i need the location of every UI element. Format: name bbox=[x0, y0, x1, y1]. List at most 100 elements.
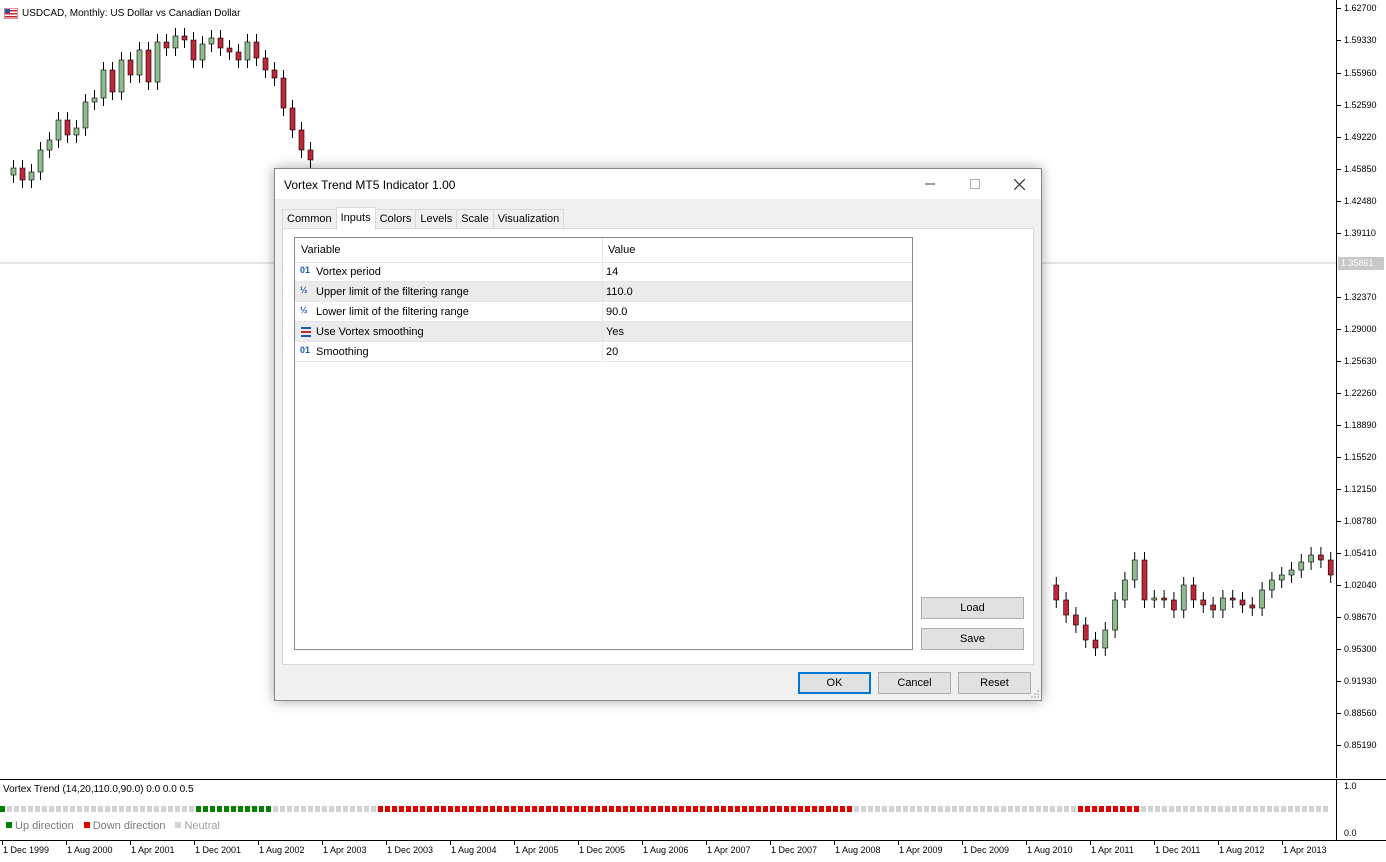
trend-dot-neutral bbox=[1302, 806, 1307, 812]
trend-dot-down bbox=[686, 806, 691, 812]
trend-dot-neutral bbox=[1288, 806, 1293, 812]
trend-dot-neutral bbox=[1309, 806, 1314, 812]
param-row[interactable]: 01 Vortex period 14 bbox=[295, 262, 912, 282]
trend-dot-up bbox=[266, 806, 271, 812]
column-divider[interactable] bbox=[602, 238, 603, 362]
trend-dot-neutral bbox=[308, 806, 313, 812]
ok-button[interactable]: OK bbox=[798, 672, 871, 694]
trend-dot-down bbox=[434, 806, 439, 812]
time-label: 1 Aug 2002 bbox=[259, 845, 305, 855]
candle-bear bbox=[1092, 639, 1099, 649]
time-label: 1 Apr 2003 bbox=[323, 845, 367, 855]
tab-scale[interactable]: Scale bbox=[456, 209, 494, 229]
trend-dot-neutral bbox=[882, 806, 887, 812]
candle-bear bbox=[280, 77, 287, 109]
param-row[interactable]: Use Vortex smoothing Yes bbox=[295, 322, 912, 342]
trend-dot-down bbox=[588, 806, 593, 812]
candle-bull bbox=[1151, 597, 1158, 601]
trend-dot-neutral bbox=[350, 806, 355, 812]
tab-common[interactable]: Common bbox=[282, 209, 337, 229]
indicator-properties-dialog[interactable]: Vortex Trend MT5 Indicator 1.00 Common I… bbox=[274, 168, 1042, 701]
param-row[interactable]: ½ Lower limit of the filtering range 90.… bbox=[295, 302, 912, 322]
trend-dot-down bbox=[420, 806, 425, 812]
candle-bull bbox=[136, 49, 143, 76]
load-button[interactable]: Load bbox=[921, 597, 1024, 619]
param-value[interactable]: 20 bbox=[606, 346, 618, 358]
param-value[interactable]: Yes bbox=[606, 326, 624, 338]
param-row[interactable]: 01 Smoothing 20 bbox=[295, 342, 912, 362]
trend-dot-neutral bbox=[1197, 806, 1202, 812]
candle-bull bbox=[10, 167, 17, 176]
price-label: 1.02040 bbox=[1344, 580, 1377, 590]
tab-levels[interactable]: Levels bbox=[415, 209, 458, 229]
trend-dot-down bbox=[616, 806, 621, 812]
trend-dot-neutral bbox=[105, 806, 110, 812]
price-label: 1.49220 bbox=[1344, 132, 1377, 142]
trend-dot-neutral bbox=[112, 806, 117, 812]
price-tick bbox=[1337, 425, 1341, 426]
close-button[interactable] bbox=[997, 169, 1042, 199]
resize-grip-icon[interactable] bbox=[1031, 690, 1039, 698]
trend-dot-down bbox=[763, 806, 768, 812]
maximize-button[interactable] bbox=[952, 169, 997, 199]
price-axis[interactable]: 1.35861 1.62700 1.59330 1.55960 1.52590 1.49… bbox=[1336, 0, 1386, 778]
candle-bear bbox=[217, 37, 224, 49]
legend-label: Up direction bbox=[15, 820, 74, 832]
trend-dot-down bbox=[637, 806, 642, 812]
trend-dot-neutral bbox=[889, 806, 894, 812]
trend-dot-up bbox=[252, 806, 257, 812]
param-name: Upper limit of the filtering range bbox=[316, 286, 469, 298]
parameters-grid[interactable]: Variable Value 01 Vortex period 14 ½ Upp… bbox=[294, 237, 913, 650]
candle-bear bbox=[1249, 604, 1256, 609]
trend-dot-down bbox=[406, 806, 411, 812]
trend-dot-down bbox=[1127, 806, 1132, 812]
trend-dot-down bbox=[1106, 806, 1111, 812]
trend-dot-down bbox=[840, 806, 845, 812]
price-tick bbox=[1337, 649, 1341, 650]
save-button[interactable]: Save bbox=[921, 628, 1024, 650]
candle-bear bbox=[109, 69, 116, 93]
candle-bear bbox=[1200, 599, 1207, 606]
candle-bull bbox=[1112, 599, 1118, 631]
tab-inputs[interactable]: Inputs bbox=[335, 207, 376, 230]
trend-dot-down bbox=[623, 806, 628, 812]
candle-bear bbox=[307, 149, 314, 161]
reset-button[interactable]: Reset bbox=[958, 672, 1031, 694]
trend-dot-neutral bbox=[7, 806, 12, 812]
param-value[interactable]: 14 bbox=[606, 266, 618, 278]
trend-dot-neutral bbox=[994, 806, 999, 812]
dialog-titlebar[interactable]: Vortex Trend MT5 Indicator 1.00 bbox=[275, 169, 1041, 199]
price-label: 0.91930 bbox=[1344, 676, 1377, 686]
trend-dot-neutral bbox=[1225, 806, 1230, 812]
minimize-button[interactable] bbox=[907, 169, 952, 199]
price-label: 1.22260 bbox=[1344, 388, 1377, 398]
candle-bull bbox=[1298, 561, 1305, 571]
trend-dot-down bbox=[693, 806, 698, 812]
trend-dot-down bbox=[749, 806, 754, 812]
trend-dot-neutral bbox=[1239, 806, 1244, 812]
trend-dot-down bbox=[742, 806, 747, 812]
param-value[interactable]: 110.0 bbox=[606, 286, 633, 298]
time-axis[interactable]: 1 Dec 1999 1 Aug 2000 1 Apr 2001 1 Dec 2001… bbox=[0, 840, 1386, 862]
trend-dot-neutral bbox=[1190, 806, 1195, 812]
trend-dot-neutral bbox=[1246, 806, 1251, 812]
trend-dot-neutral bbox=[903, 806, 908, 812]
param-row[interactable]: ½ Upper limit of the filtering range 110… bbox=[295, 282, 912, 302]
tab-visualization[interactable]: Visualization bbox=[492, 209, 565, 229]
header-value[interactable]: Value bbox=[608, 244, 635, 256]
candle-bull bbox=[1278, 574, 1285, 581]
fraction-icon: ½ bbox=[300, 285, 308, 295]
trend-dot-down bbox=[1113, 806, 1118, 812]
trend-dot-down bbox=[560, 806, 565, 812]
candle-bull bbox=[1308, 554, 1314, 563]
tab-colors[interactable]: Colors bbox=[374, 209, 417, 229]
indicator-window[interactable]: Vortex Trend (14,20,110.0,90.0) 0.0 0.0 … bbox=[0, 779, 1336, 841]
time-label: 1 Apr 2001 bbox=[131, 845, 175, 855]
trend-dot-up bbox=[203, 806, 208, 812]
param-value[interactable]: 90.0 bbox=[606, 306, 627, 318]
cancel-button[interactable]: Cancel bbox=[878, 672, 951, 694]
candle-bear bbox=[163, 41, 170, 49]
legend-swatch bbox=[6, 822, 12, 828]
header-variable[interactable]: Variable bbox=[301, 244, 341, 256]
price-tick bbox=[1337, 585, 1341, 586]
